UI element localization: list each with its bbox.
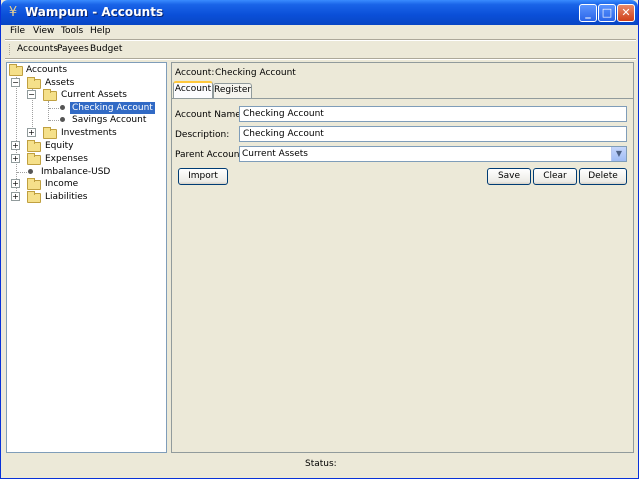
account-name-field[interactable]: Checking Account bbox=[239, 106, 627, 122]
toolbar-payees[interactable]: Payees bbox=[57, 44, 89, 54]
toolbar-grip[interactable] bbox=[9, 44, 11, 55]
menu-file[interactable]: File bbox=[10, 26, 25, 36]
folder-icon bbox=[27, 140, 41, 152]
tab-account[interactable]: Account bbox=[173, 81, 213, 98]
menu-bar: File View Tools Help bbox=[5, 25, 636, 39]
account-name-label: Account Name: bbox=[175, 110, 244, 120]
tree-item-label: Equity bbox=[45, 141, 74, 151]
account-header-label: Account: bbox=[175, 68, 215, 78]
tab-register[interactable]: Register bbox=[213, 83, 252, 98]
menu-view[interactable]: View bbox=[33, 26, 54, 36]
toolbar-separator bbox=[5, 58, 636, 60]
description-field[interactable]: Checking Account bbox=[239, 126, 627, 142]
expand-icon[interactable]: + bbox=[11, 192, 20, 201]
tree-item-label: Savings Account bbox=[72, 115, 147, 125]
expand-icon[interactable]: + bbox=[11, 179, 20, 188]
status-text: Status: bbox=[305, 459, 337, 469]
tree-item-label: Current Assets bbox=[61, 90, 127, 100]
account-tab-content: Account Name: Checking Account Descripti… bbox=[172, 98, 633, 452]
chevron-down-icon[interactable]: ▼ bbox=[611, 147, 626, 161]
folder-icon bbox=[27, 153, 41, 165]
main-window: ¥ Wampum - Accounts _ □ ✕ File View Tool… bbox=[0, 0, 639, 479]
folder-icon bbox=[27, 77, 41, 89]
delete-button[interactable]: Delete bbox=[579, 168, 627, 185]
tree-item-label: Expenses bbox=[45, 154, 88, 164]
title-bar[interactable]: ¥ Wampum - Accounts _ □ ✕ bbox=[1, 0, 638, 25]
tree-item-label: Assets bbox=[45, 78, 75, 88]
tree-line bbox=[17, 172, 27, 173]
parent-account-select[interactable]: Current Assets ▼ bbox=[239, 146, 627, 162]
collapse-icon[interactable]: − bbox=[11, 78, 20, 87]
toolbar-budget[interactable]: Budget bbox=[90, 44, 122, 54]
account-detail-panel: Account: Checking Account Account Regist… bbox=[171, 62, 634, 453]
account-leaf-icon bbox=[28, 169, 33, 174]
tree-item-label: Accounts bbox=[26, 65, 68, 75]
account-leaf-icon bbox=[60, 105, 65, 110]
account-leaf-icon bbox=[60, 117, 65, 122]
tree-line bbox=[49, 120, 59, 121]
tree-item-label: Liabilities bbox=[45, 192, 88, 202]
minimize-button[interactable]: _ bbox=[579, 4, 597, 22]
maximize-button[interactable]: □ bbox=[598, 4, 616, 22]
tree-item-label: Imbalance-USD bbox=[41, 167, 111, 177]
status-bar: Status: bbox=[5, 456, 636, 474]
collapse-icon[interactable]: − bbox=[27, 90, 36, 99]
account-tree[interactable]: Accounts − Assets − Current Assets Check… bbox=[6, 62, 167, 453]
expand-icon[interactable]: + bbox=[27, 128, 36, 137]
window-title: Wampum - Accounts bbox=[25, 5, 164, 19]
expand-icon[interactable]: + bbox=[11, 141, 20, 150]
folder-icon bbox=[27, 191, 41, 203]
folder-icon bbox=[43, 89, 57, 101]
description-label: Description: bbox=[175, 130, 230, 140]
tree-item-label: Investments bbox=[61, 128, 117, 138]
tree-item-label: Income bbox=[45, 179, 79, 189]
expand-icon[interactable]: + bbox=[11, 154, 20, 163]
parent-account-value: Current Assets bbox=[242, 149, 308, 159]
tree-line bbox=[48, 101, 49, 121]
clear-button[interactable]: Clear bbox=[533, 168, 577, 185]
folder-icon bbox=[43, 127, 57, 139]
menu-separator bbox=[5, 39, 636, 41]
menu-tools[interactable]: Tools bbox=[61, 26, 83, 36]
tree-item-label: Checking Account bbox=[70, 102, 155, 114]
account-header-value: Checking Account bbox=[215, 68, 296, 78]
import-button[interactable]: Import bbox=[178, 168, 228, 185]
tree-line bbox=[49, 108, 59, 109]
folder-icon bbox=[27, 178, 41, 190]
app-icon: ¥ bbox=[8, 5, 18, 20]
folder-icon bbox=[9, 64, 23, 76]
toolbar-accounts[interactable]: Accounts bbox=[17, 44, 58, 54]
save-button[interactable]: Save bbox=[487, 168, 531, 185]
parent-account-label: Parent Account: bbox=[175, 150, 247, 160]
close-button[interactable]: ✕ bbox=[617, 4, 635, 22]
menu-help[interactable]: Help bbox=[90, 26, 111, 36]
toolbar: Accounts Payees Budget bbox=[5, 42, 636, 58]
